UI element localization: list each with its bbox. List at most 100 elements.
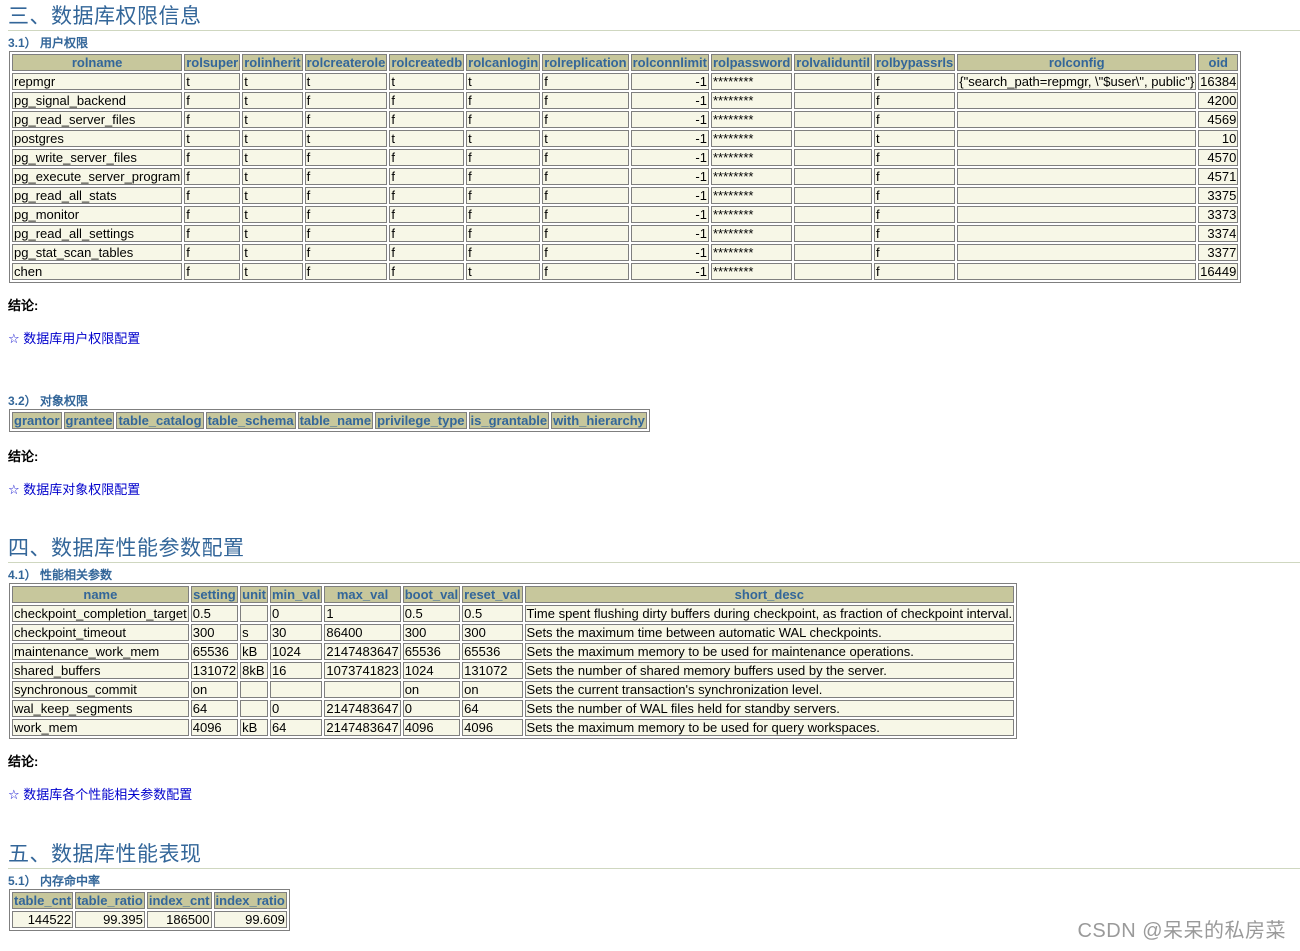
- table-cell: t: [389, 130, 465, 147]
- table-cell: 16384: [1198, 73, 1239, 90]
- table-cell: 3377: [1198, 244, 1239, 261]
- table-cell: t: [242, 111, 303, 128]
- table-cell: 4200: [1198, 92, 1239, 109]
- table-cell: f: [873, 263, 956, 280]
- table-cell: 3375: [1198, 187, 1239, 204]
- table-cell: 2147483647: [324, 719, 401, 736]
- table-cell: [269, 681, 323, 698]
- table-cell: f: [304, 225, 388, 242]
- section-3-title: 三、数据库权限信息: [8, 0, 1300, 31]
- table-cell: -1: [630, 149, 709, 166]
- column-header-privilege-type: privilege_type: [375, 412, 467, 429]
- table-cell: -1: [630, 225, 709, 242]
- table-cell: t: [184, 73, 241, 90]
- table-cell: [957, 168, 1197, 185]
- table-cell: [957, 187, 1197, 204]
- table-cell: f: [184, 206, 241, 223]
- table-cell: f: [304, 92, 388, 109]
- table-row: synchronous_commit on on on Sets the current…: [12, 681, 1015, 698]
- table-cell: [794, 244, 872, 261]
- column-header-short-desc: short_desc: [524, 586, 1015, 603]
- table-cell: t: [242, 73, 303, 90]
- table-cell: [794, 149, 872, 166]
- table-cell: 2147483647: [324, 700, 401, 717]
- table-cell: {"search_path=repmgr, \"$user\", public"…: [957, 73, 1197, 90]
- table-cell: 4096: [190, 719, 239, 736]
- table-cell: 0.5: [190, 605, 239, 622]
- table-cell: 0: [402, 700, 461, 717]
- object-privileges-config-link[interactable]: ☆ 数据库对象权限配置: [8, 479, 1300, 498]
- column-header-table-schema: table_schema: [205, 412, 296, 429]
- table-cell: [794, 92, 872, 109]
- column-header-rolpassword: rolpassword: [710, 54, 793, 71]
- table-row: pg_stat_scan_tables f t f f f f -1 ******** f 3377: [12, 244, 1239, 261]
- user-privileges-config-link[interactable]: ☆ 数据库用户权限配置: [8, 328, 1300, 347]
- subsection-3-1-title: 3.1） 用户权限: [8, 36, 89, 50]
- table-cell: kB: [240, 719, 268, 736]
- table-cell: t: [466, 263, 541, 280]
- column-header-is-grantable: is_grantable: [468, 412, 550, 429]
- table-cell: pg_read_server_files: [12, 111, 183, 128]
- conclusion-label: 结论:: [8, 449, 39, 464]
- table-cell: f: [466, 187, 541, 204]
- table-cell: f: [389, 225, 465, 242]
- table-row: work_mem 4096 kB 64 2147483647 4096 4096 Sets t…: [12, 719, 1015, 736]
- table-cell: ********: [710, 168, 793, 185]
- column-header-max-val: max_val: [324, 586, 401, 603]
- table-cell: checkpoint_completion_target: [12, 605, 189, 622]
- table-cell: postgres: [12, 130, 183, 147]
- table-cell: 4570: [1198, 149, 1239, 166]
- table-cell: f: [389, 149, 465, 166]
- table-cell: -1: [630, 206, 709, 223]
- table-cell: 65536: [190, 643, 239, 660]
- column-header-table-catalog: table_catalog: [116, 412, 204, 429]
- table-cell: pg_stat_scan_tables: [12, 244, 183, 261]
- column-header-table-name: table_name: [297, 412, 374, 429]
- table-cell: f: [542, 244, 629, 261]
- column-header-grantor: grantor: [12, 412, 62, 429]
- column-header-rolvaliduntil: rolvaliduntil: [794, 54, 872, 71]
- table-cell: f: [542, 168, 629, 185]
- table-cell: chen: [12, 263, 183, 280]
- table-cell: on: [402, 681, 461, 698]
- table-cell: [794, 263, 872, 280]
- table-cell: f: [873, 187, 956, 204]
- table-row: wal_keep_segments 64 0 2147483647 0 64 Sets th…: [12, 700, 1015, 717]
- table-cell: [957, 206, 1197, 223]
- table-cell: f: [389, 168, 465, 185]
- table-cell: 3373: [1198, 206, 1239, 223]
- table-cell: t: [242, 244, 303, 261]
- column-header-with-hierarchy: with_hierarchy: [551, 412, 647, 429]
- star-icon: ☆: [8, 787, 20, 802]
- memory-hit-ratio-table: table_cnt table_ratio index_cnt index_ratio…: [9, 889, 290, 931]
- section-5-title: 五、数据库性能表现: [8, 838, 1300, 869]
- table-cell: f: [304, 206, 388, 223]
- table-cell: 0.5: [462, 605, 523, 622]
- table-cell: -1: [630, 263, 709, 280]
- table-cell: Sets the maximum memory to be used for q…: [524, 719, 1015, 736]
- performance-params-config-link[interactable]: ☆ 数据库各个性能相关参数配置: [8, 784, 1300, 803]
- table-cell: 64: [190, 700, 239, 717]
- table-cell: t: [242, 149, 303, 166]
- column-header-rolinherit: rolinherit: [242, 54, 303, 71]
- column-header-min-val: min_val: [269, 586, 323, 603]
- table-cell: -1: [630, 92, 709, 109]
- table-cell: 1024: [269, 643, 323, 660]
- table-row: pg_read_all_settings f t f f f f -1 ******** f 337…: [12, 225, 1239, 242]
- table-cell: pg_read_all_stats: [12, 187, 183, 204]
- table-cell: f: [304, 111, 388, 128]
- table-cell: f: [542, 73, 629, 90]
- table-cell: f: [184, 187, 241, 204]
- table-cell: 4571: [1198, 168, 1239, 185]
- table-cell: checkpoint_timeout: [12, 624, 189, 641]
- table-cell: 30: [269, 624, 323, 641]
- table-cell: Sets the number of shared memory buffers…: [524, 662, 1015, 679]
- column-header-rolconfig: rolconfig: [957, 54, 1197, 71]
- column-header-rolname: rolname: [12, 54, 183, 71]
- table-cell: on: [462, 681, 523, 698]
- table-cell: 300: [402, 624, 461, 641]
- table-cell: ********: [710, 225, 793, 242]
- table-cell: f: [184, 263, 241, 280]
- table-cell: f: [542, 149, 629, 166]
- table-cell: f: [542, 225, 629, 242]
